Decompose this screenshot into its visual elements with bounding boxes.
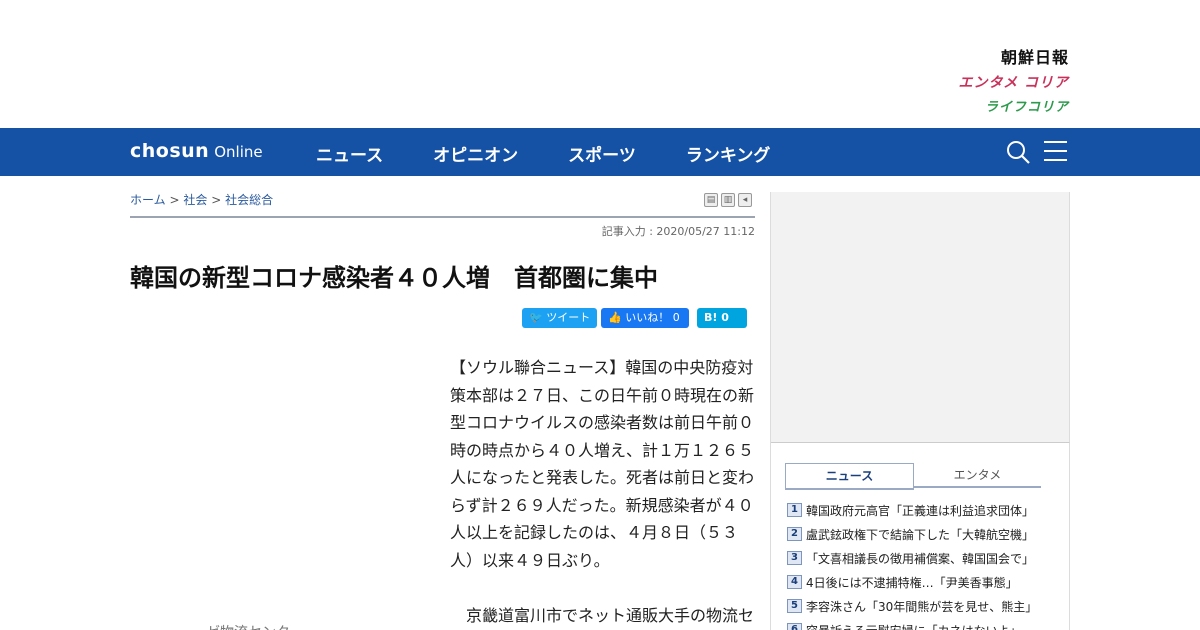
entame-korea-logo[interactable]: エンタメ コリア [929,72,1069,92]
article-tools: ▤ ▥ ◂ [704,193,752,207]
rank-title[interactable]: 李容洙さん「30年間熊が芸を見せ、熊主」 [806,598,1037,615]
nav-item-opinion[interactable]: オピニオン [433,141,518,166]
social-buttons: 🐦 ツイート 👍 いいね！ 0 B! 0 [522,308,747,328]
like-button[interactable]: 👍 いいね！ 0 [601,308,689,328]
breadcrumb-home[interactable]: ホーム [130,193,166,207]
rank-title[interactable]: 韓国政府元高官「正義連は利益追求団体」 [806,502,1034,519]
breadcrumb-section[interactable]: 社会 [183,193,207,207]
like-label: いいね！ 0 [625,311,680,324]
rank-number: 1 [787,503,802,517]
logo-light: Online [214,143,263,161]
text-size-icon[interactable]: ▥ [721,193,735,207]
nav-item-news[interactable]: ニュース [316,141,383,166]
list-item[interactable]: 6 突暴訴える元慰安婦に「カネはないよ」 [787,618,1049,630]
back-icon[interactable]: ◂ [738,193,752,207]
list-item[interactable]: 1 韓国政府元高官「正義連は利益追求団体」 [787,498,1049,522]
tweet-button[interactable]: 🐦 ツイート [522,308,597,328]
partner-logos: 朝鮮日報 エンタメ コリア ライフコリア [929,44,1069,115]
logo-bold: chosun [130,140,210,162]
article-body: 【ソウル聯合ニュース】韓国の中央防疫対策本部は２７日、この日午前０時現在の新型コ… [450,354,756,630]
life-korea-logo[interactable]: ライフコリア [929,96,1069,115]
rank-title[interactable]: 盧武鉉政権下で結論下した「大韓航空機」 [806,526,1034,543]
header-divider [130,216,755,218]
breadcrumb-sep: > [211,193,222,207]
list-item[interactable]: 2 盧武鉉政権下で結論下した「大韓航空機」 [787,522,1049,546]
article-paragraph: 【ソウル聯合ニュース】韓国の中央防疫対策本部は２７日、この日午前０時現在の新型コ… [450,358,755,570]
page: 朝鮮日報 エンタメ コリア ライフコリア chosun Online ニュース オ… [0,0,1200,630]
menu-icon[interactable] [1044,141,1067,163]
chosun-ilbo-logo[interactable]: 朝鮮日報 [929,44,1069,68]
rank-number: 6 [787,623,802,630]
photo-caption: ゼ物流センター [206,622,304,630]
tweet-label: ツイート [546,311,591,324]
tab-news[interactable]: ニュース [785,463,914,490]
list-item[interactable]: 4 4日後には不逮捕特権…「尹美香事態」 [787,570,1049,594]
tab-entame[interactable]: エンタメ [914,463,1041,488]
rank-title[interactable]: 「文喜相議長の徴用補償案、韓国国会で」 [806,550,1034,567]
list-item[interactable]: 5 李容洙さん「30年間熊が芸を見せ、熊主」 [787,594,1049,618]
rank-number: 3 [787,551,802,565]
main-navigation: chosun Online ニュース オピニオン スポーツ ランキング [0,128,1200,176]
posted-date: 記事入力 : 2020/05/27 11:12 [601,225,755,238]
article-paragraph: 京畿道富川市でネット通販大手の物流セ [466,605,755,625]
ranking-list: 1 韓国政府元高官「正義連は利益追求団体」 2 盧武鉉政権下で結論下した「大韓航空機… [787,498,1049,630]
search-icon[interactable] [1006,140,1030,164]
rank-number: 2 [787,527,802,541]
nav-item-sports[interactable]: スポーツ [568,141,636,166]
nav-item-ranking[interactable]: ランキング [686,141,771,166]
ranking-tabs: ニュース エンタメ [785,463,1041,490]
rank-title[interactable]: 突暴訴える元慰安婦に「カネはないよ」 [806,622,1021,630]
thumbs-up-icon: 👍 [608,311,622,324]
rank-number: 4 [787,575,802,589]
article-title: 韓国の新型コロナ感染者４０人増 首都圏に集中 [130,264,658,292]
ad-placeholder [771,192,1070,442]
breadcrumb-sep: > [169,193,180,207]
twitter-icon: 🐦 [529,311,543,324]
breadcrumb: ホーム > 社会 > 社会総合 [130,191,273,208]
print-icon[interactable]: ▤ [704,193,718,207]
nav-items: ニュース オピニオン スポーツ ランキング [316,141,820,166]
rank-title[interactable]: 4日後には不逮捕特権…「尹美香事態」 [806,574,1018,591]
list-item[interactable]: 3 「文喜相議長の徴用補償案、韓国国会で」 [787,546,1049,570]
chosun-online-logo[interactable]: chosun Online [130,140,263,162]
hatena-bookmark-button[interactable]: B! 0 [697,308,747,328]
breadcrumb-subsection[interactable]: 社会総合 [225,193,273,207]
rank-number: 5 [787,599,802,613]
